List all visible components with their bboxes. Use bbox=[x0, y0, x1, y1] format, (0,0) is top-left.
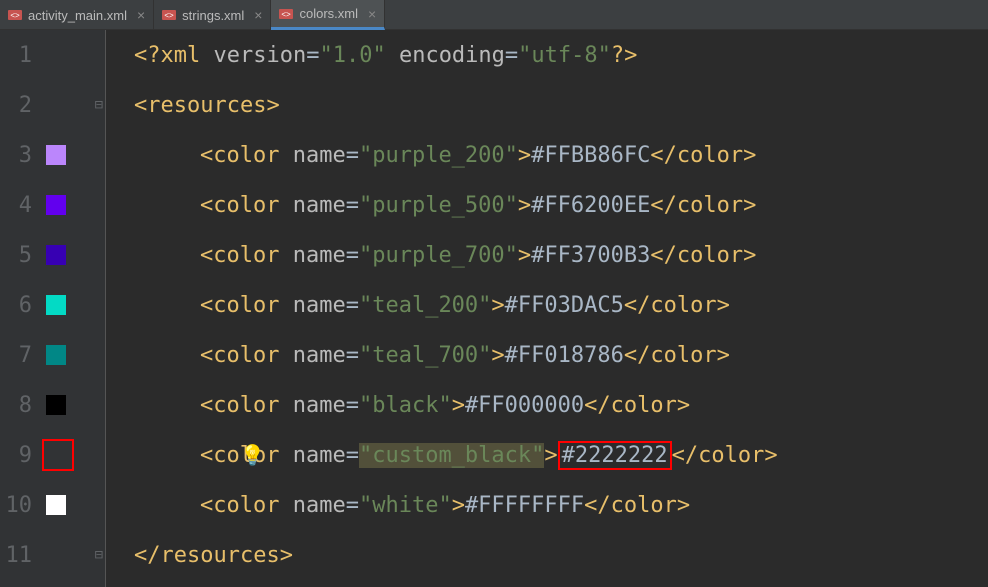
fold-icon[interactable]: ⊟ bbox=[95, 97, 103, 113]
close-icon[interactable]: × bbox=[368, 6, 376, 22]
line-number: 5 bbox=[0, 243, 40, 268]
xml-file-icon: <> bbox=[162, 8, 176, 22]
code-line: <color name="white">#FFFFFFFF</color> bbox=[120, 480, 988, 530]
color-swatch[interactable] bbox=[46, 245, 66, 265]
tab-label: colors.xml bbox=[299, 6, 358, 21]
code-line: <color name="black">#FF000000</color> bbox=[120, 380, 988, 430]
svg-text:<>: <> bbox=[282, 10, 292, 19]
code-line: <color name="purple_500">#FF6200EE</colo… bbox=[120, 180, 988, 230]
line-number: 2 bbox=[0, 93, 40, 118]
tab-label: strings.xml bbox=[182, 8, 244, 23]
line-number: 8 bbox=[0, 393, 40, 418]
code-line: <?xml version="1.0" encoding="utf-8"?> bbox=[120, 30, 988, 80]
color-swatch-empty[interactable] bbox=[42, 439, 74, 471]
svg-text:<>: <> bbox=[164, 11, 174, 20]
editor: 1 2 ⊟ 3 4 5 6 7 8 9 10 11 ⊟ <?xml version=… bbox=[0, 30, 988, 587]
color-swatch[interactable] bbox=[46, 495, 66, 515]
line-number: 9 bbox=[0, 443, 40, 468]
svg-text:<>: <> bbox=[10, 11, 20, 20]
color-swatch[interactable] bbox=[46, 195, 66, 215]
code-line: <color name="teal_700">#FF018786</color> bbox=[120, 330, 988, 380]
tab-colors[interactable]: <> colors.xml × bbox=[271, 0, 385, 30]
color-swatch[interactable] bbox=[46, 145, 66, 165]
lightbulb-icon[interactable]: 💡 bbox=[240, 443, 265, 467]
code-line: </resources> bbox=[120, 530, 988, 580]
line-number: 4 bbox=[0, 193, 40, 218]
tab-activity-main[interactable]: <> activity_main.xml × bbox=[0, 0, 154, 30]
code-line: <color name="purple_200">#FFBB86FC</colo… bbox=[120, 130, 988, 180]
gutter: 1 2 ⊟ 3 4 5 6 7 8 9 10 11 ⊟ bbox=[0, 30, 106, 587]
line-number: 3 bbox=[0, 143, 40, 168]
code-line: 💡 <color name="custom_black">#2222222</c… bbox=[120, 430, 988, 480]
color-swatch[interactable] bbox=[46, 395, 66, 415]
tab-bar: <> activity_main.xml × <> strings.xml × … bbox=[0, 0, 988, 30]
xml-file-icon: <> bbox=[279, 7, 293, 21]
line-number: 1 bbox=[0, 43, 40, 68]
xml-file-icon: <> bbox=[8, 8, 22, 22]
code-line: <color name="teal_200">#FF03DAC5</color> bbox=[120, 280, 988, 330]
color-swatch[interactable] bbox=[46, 295, 66, 315]
code-line: <color name="purple_700">#FF3700B3</colo… bbox=[120, 230, 988, 280]
line-number: 10 bbox=[0, 493, 40, 518]
line-number: 11 bbox=[0, 543, 40, 568]
tab-label: activity_main.xml bbox=[28, 8, 127, 23]
code-area[interactable]: <?xml version="1.0" encoding="utf-8"?> <… bbox=[106, 30, 988, 587]
tab-strings[interactable]: <> strings.xml × bbox=[154, 0, 271, 30]
invalid-hex-highlight: #2222222 bbox=[558, 441, 672, 470]
close-icon[interactable]: × bbox=[254, 7, 262, 23]
fold-icon[interactable]: ⊟ bbox=[95, 547, 103, 563]
line-number: 7 bbox=[0, 343, 40, 368]
code-line: <resources> bbox=[120, 80, 988, 130]
color-swatch[interactable] bbox=[46, 345, 66, 365]
line-number: 6 bbox=[0, 293, 40, 318]
close-icon[interactable]: × bbox=[137, 7, 145, 23]
